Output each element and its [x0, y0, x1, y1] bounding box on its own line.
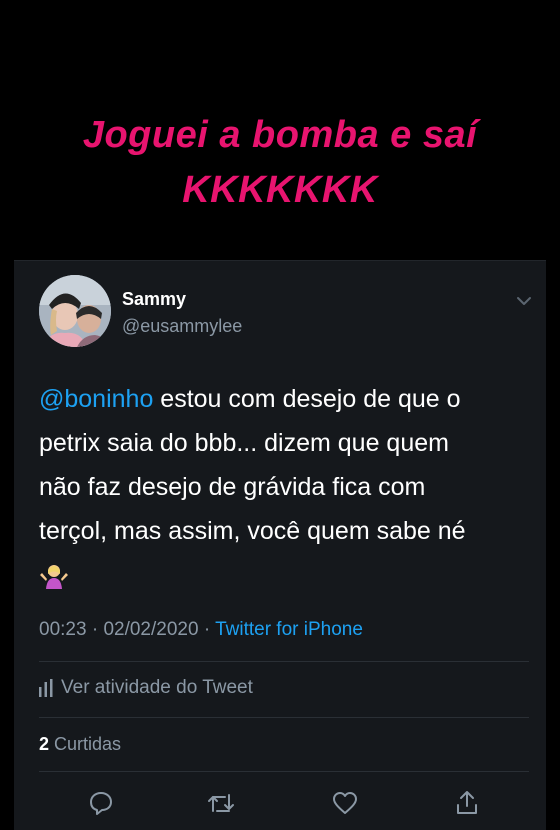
avatar[interactable] [39, 275, 111, 347]
divider [39, 771, 529, 772]
likes-count[interactable]: 2 Curtidas [39, 734, 121, 755]
caption-line-1: Joguei a bomba e saí [82, 114, 478, 156]
story-caption: Joguei a bomba e saí KKKKKKK [0, 108, 560, 218]
heart-icon[interactable] [331, 789, 359, 817]
tweet-date: 02/02/2020 [103, 619, 199, 640]
tweet-text-line-3: não faz desejo de grávida fica com [39, 473, 426, 501]
caption-line-2: KKKKKKK [182, 169, 378, 211]
tweet-text-line-5 [39, 553, 529, 597]
tweet-text-line-4: terçol, mas assim, você quem sabe né [39, 517, 466, 545]
tweet-text: @boninho estou com desejo de que o petri… [39, 377, 529, 597]
meta-separator: · [91, 619, 104, 640]
divider [39, 717, 529, 718]
avatar-photo [39, 275, 111, 347]
likes-number: 2 [39, 734, 50, 754]
tweet-text-line-2: petrix saia do bbb... dizem que quem [39, 429, 449, 457]
reply-icon[interactable] [87, 789, 115, 817]
bar-chart-icon [39, 679, 53, 697]
view-activity-label: Ver atividade do Tweet [61, 677, 253, 698]
tweet-time: 00:23 [39, 619, 87, 640]
author-handle[interactable]: @eusammylee [122, 316, 242, 337]
tweet-source-link[interactable]: Twitter for iPhone [215, 619, 363, 640]
retweet-icon[interactable] [207, 789, 235, 817]
tweet-card: Sammy @eusammylee @boninho estou com des… [14, 260, 546, 830]
author-name[interactable]: Sammy [122, 289, 186, 310]
share-icon[interactable] [453, 789, 481, 817]
view-activity-button[interactable]: Ver atividade do Tweet [39, 677, 253, 699]
person-shrugging-emoji [39, 561, 69, 591]
meta-separator: · [203, 619, 216, 640]
tweet-text-line-1: @boninho estou com desejo de que o [39, 377, 529, 421]
chevron-down-icon[interactable] [512, 289, 536, 313]
tweet-text-line-1-rest: estou com desejo de que o [153, 385, 461, 413]
tweet-metadata: 00:23 · 02/02/2020 · Twitter for iPhone [39, 619, 363, 641]
mention-link[interactable]: @boninho [39, 385, 153, 413]
likes-label: Curtidas [54, 734, 122, 754]
divider [39, 661, 529, 662]
